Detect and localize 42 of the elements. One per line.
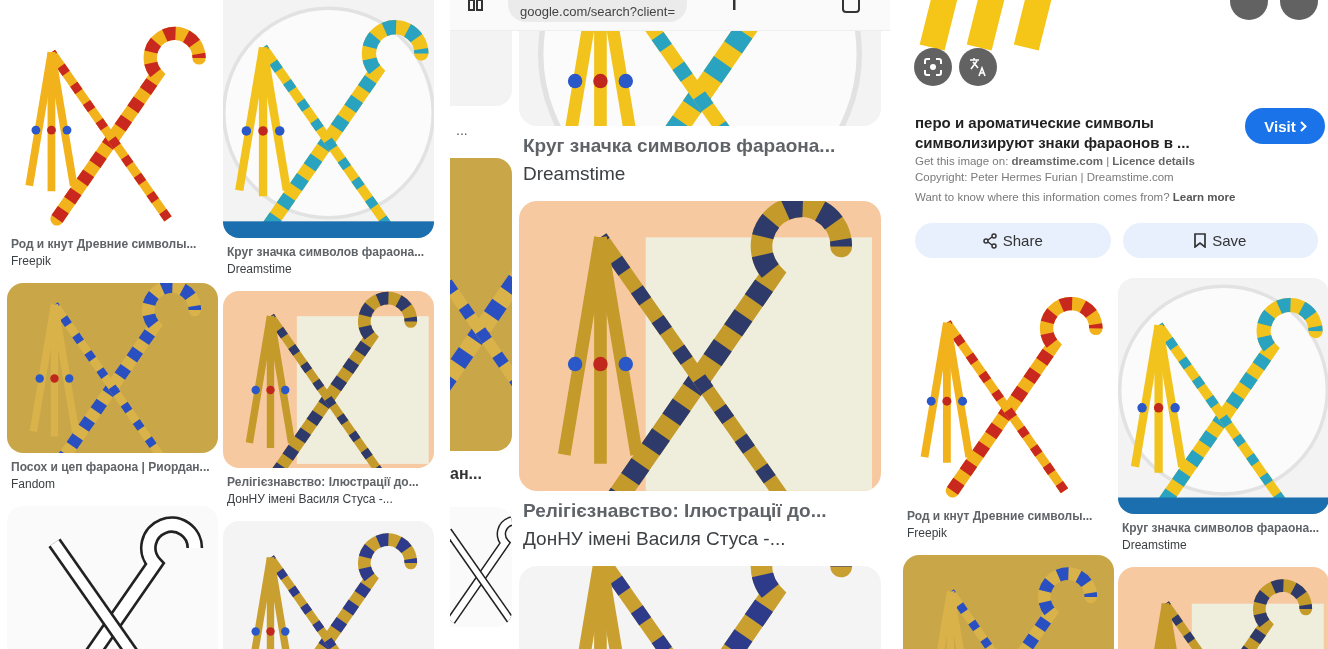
copyright-text: Copyright: Peter Hermes Furian | Dreamstime.com	[915, 170, 1175, 185]
more-text[interactable]: ...	[450, 106, 512, 158]
result-source: ДонНУ імені Василя Стуса -...	[523, 526, 787, 551]
save-button[interactable]: Save	[1122, 223, 1318, 258]
result-source: ДонНУ імені Василя Стуса -...	[227, 491, 394, 509]
address-bar[interactable]: google.com/search?client=	[508, 0, 687, 22]
result-source: Fandom	[11, 476, 57, 494]
result-title[interactable]: Род и кнут Древние символы...	[11, 236, 214, 254]
apps-icon[interactable]	[468, 0, 484, 12]
image-thumbnail[interactable]	[450, 158, 512, 451]
lens-icon	[924, 58, 942, 76]
source-line: Get this image on: dreamstime.com | Licence details	[915, 154, 1196, 169]
result-title[interactable]: Посох и цеп фараона | Риордан...	[11, 458, 214, 477]
chevron-icon	[1299, 120, 1307, 132]
result-source: Dreamstime	[523, 161, 627, 186]
visit-button[interactable]: Visit	[1245, 108, 1326, 144]
image-thumbnail[interactable]	[7, 282, 218, 453]
result-title[interactable]: Круг значка символов фараона...	[523, 132, 877, 160]
info-text: Want to know where this information comes from?	[915, 191, 1171, 203]
result-title[interactable]: Круг значка символов фараона...	[227, 244, 430, 262]
image-thumbnail[interactable]	[223, 0, 434, 238]
share-icon	[982, 232, 997, 249]
bookmark-icon	[1194, 233, 1207, 248]
image-thumbnail[interactable]	[519, 201, 881, 492]
plus-icon[interactable]	[731, 0, 737, 12]
result-title[interactable]: Релігієзнавство: Ілюстрації до...	[523, 497, 877, 525]
translate-icon	[968, 57, 988, 77]
image-thumbnail[interactable]	[1118, 278, 1328, 514]
image-thumbnail[interactable]	[519, 31, 881, 126]
learn-more-link[interactable]: Learn more	[1172, 191, 1236, 203]
tabs-icon[interactable]	[841, 0, 861, 14]
result-title[interactable]: Род и кнут Древние символы...	[907, 508, 1110, 526]
result-source: Dreamstime	[1122, 537, 1188, 555]
result-source: Dreamstime	[227, 261, 293, 279]
image-title: перо и ароматические символы символизируют знаки фараонов в ...	[915, 113, 1191, 153]
result-title[interactable]: Круг значка символов фараона...	[1122, 520, 1325, 538]
share-button[interactable]: Share	[915, 223, 1111, 258]
image-thumbnail[interactable]	[223, 290, 434, 468]
result-title[interactable]: Релігієзнавство: Ілюстрації до...	[227, 473, 430, 492]
result-source: Freepik	[907, 525, 948, 543]
result-title[interactable]: ан...	[450, 451, 512, 507]
result-source: Freepik	[11, 253, 52, 271]
